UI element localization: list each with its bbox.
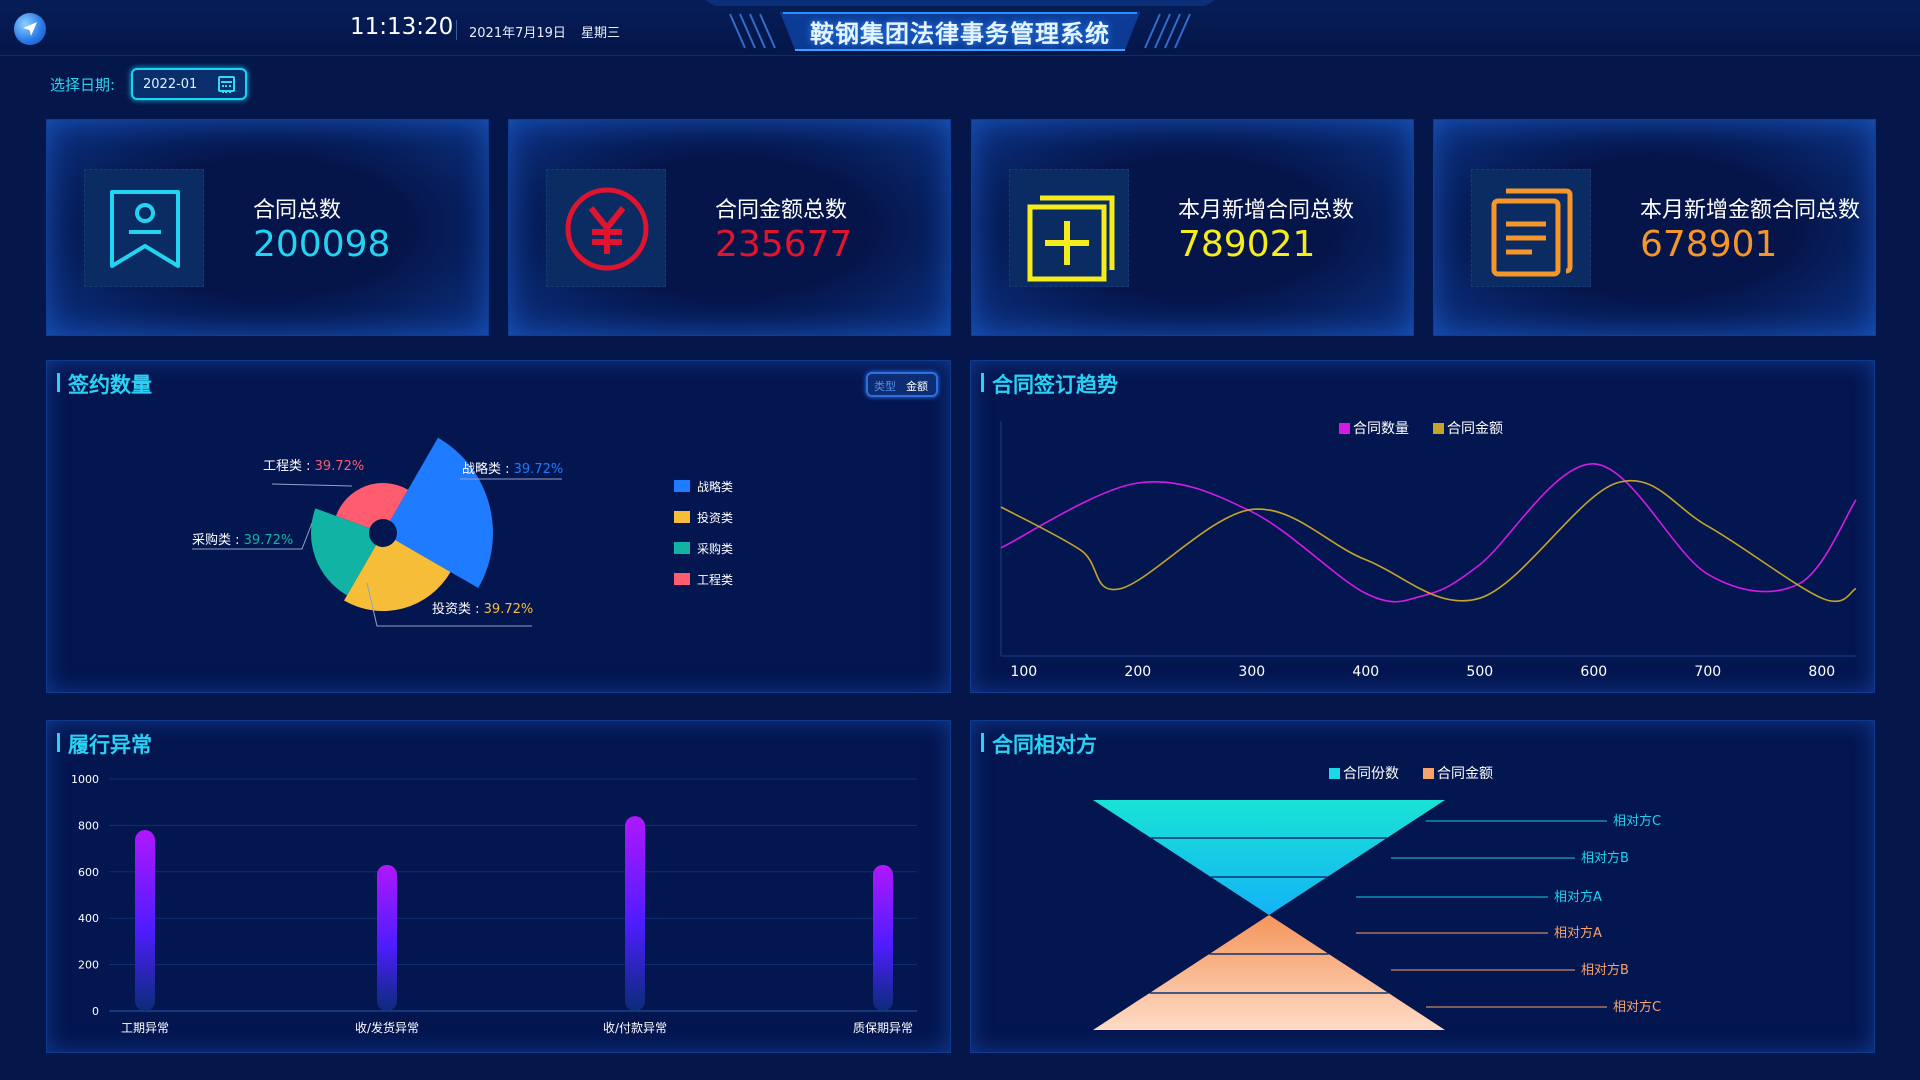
panel-signing-count: 签约数量 类型 金额 战略类 : 39.72% 投资类 : 39.72% 采购类 :… (46, 360, 951, 693)
legend-swatch-0 (1339, 423, 1350, 434)
legend-swatch-0 (674, 480, 690, 492)
current-date: 2021年7月19日 (469, 26, 566, 41)
legend-label-2: 采购类 (697, 541, 733, 556)
stat-label: 合同总数 (253, 198, 342, 223)
bar-3 (873, 864, 893, 1011)
yen-circle-icon (546, 169, 666, 287)
x-tick-label: 600 (1580, 664, 1607, 680)
y-tick-label: 400 (78, 912, 99, 925)
bar-2 (625, 816, 645, 1011)
legend-label-0: 合同份数 (1343, 766, 1399, 782)
stat-card-total-contracts: 合同总数 200098 (46, 119, 489, 336)
x-tick-label: 工期异常 (121, 1021, 169, 1035)
y-tick-label: 800 (78, 819, 99, 832)
pie-label-1: 投资类 : 39.72% (432, 601, 533, 617)
stat-value: 200098 (253, 224, 391, 265)
date-picker-input[interactable]: 2022-01 (131, 68, 247, 100)
x-tick-label: 700 (1694, 664, 1721, 680)
panel-signing-trend: 合同签订趋势 100 200 300 400 500 600 700 800 合同数量 合同金额 (970, 360, 1875, 693)
pie-leader-line-3 (271, 483, 353, 487)
rose-pie-chart: 战略类 : 39.72% 投资类 : 39.72% 采购类 : 39.72% 工程类 … (192, 437, 733, 627)
legend-swatch-1 (674, 511, 690, 523)
date-picker-label: 选择日期: (50, 76, 116, 94)
x-tick-label: 200 (1124, 664, 1151, 680)
stat-value: 235677 (715, 224, 853, 265)
add-document-icon (1009, 169, 1129, 287)
counterparty-funnel-chart: 相对方C 相对方B 相对方A 相对方A 相对方B 相对方C 合同份数 合同金额 (1093, 766, 1661, 1030)
stat-label: 本月新增金额合同总数 (1640, 198, 1861, 223)
legend-swatch-1 (1433, 423, 1444, 434)
x-tick-label: 800 (1808, 664, 1835, 680)
header-bar: 11:13:20 2021年7月19日 星期三 鞍钢集团法律事务管理系统 (0, 0, 1920, 56)
bar-1 (377, 864, 397, 1011)
divider (456, 20, 457, 40)
x-tick-label: 400 (1352, 664, 1379, 680)
current-weekday: 星期三 (581, 26, 621, 41)
panel-performance-anomaly: 履行异常 0 200 400 600 800 1000 工期异常 收/发货异常 收/付款异常 质保… (46, 720, 951, 1053)
calendar-icon[interactable] (218, 76, 235, 93)
legend-swatch-1 (1423, 768, 1434, 779)
x-tick-label: 500 (1466, 664, 1493, 680)
clock-time: 11:13:20 (350, 14, 454, 40)
stat-card-total-amount: 合同金额总数 235677 (508, 119, 951, 336)
x-tick-label: 收/发货异常 (355, 1020, 419, 1035)
legend-swatch-2 (674, 542, 690, 554)
send-arrow-icon[interactable] (14, 13, 46, 45)
anomaly-bar-chart: 0 200 400 600 800 1000 工期异常 收/发货异常 收/付款异常 质保期异常 (71, 773, 917, 1035)
funnel-label-bottom-2: 相对方C (1613, 999, 1661, 1015)
x-tick-label: 300 (1238, 664, 1265, 680)
series-line-0 (1000, 462, 1857, 603)
legend-swatch-3 (674, 573, 690, 585)
y-tick-label: 0 (92, 1005, 99, 1018)
bookmark-badge-icon (84, 169, 204, 287)
pie-center-hole (369, 519, 397, 547)
page-title: 鞍钢集团法律事务管理系统 (810, 20, 1110, 48)
date-picker-value: 2022-01 (143, 77, 198, 92)
y-tick-label: 1000 (71, 773, 99, 786)
funnel-bottom-shape (1093, 915, 1445, 1030)
legend-label-0: 战略类 (697, 479, 733, 494)
stat-value: 678901 (1640, 224, 1778, 265)
y-tick-label: 200 (78, 959, 99, 972)
stat-label: 合同金额总数 (715, 198, 848, 223)
legend-label-0: 合同数量 (1353, 421, 1409, 437)
panel-counterparty: 合同相对方 相对方C 相对方B 相对方A 相对方A 相对方B 相对方C 合同份数 合同金额 (970, 720, 1875, 1053)
pie-label-3: 工程类 : 39.72% (263, 459, 364, 474)
legend-label-1: 投资类 (697, 510, 733, 525)
stat-value: 789021 (1178, 224, 1316, 265)
x-tick-label: 收/付款异常 (603, 1021, 667, 1035)
legend-label-1: 合同金额 (1447, 421, 1503, 437)
x-tick-label: 100 (1010, 664, 1037, 680)
document-stack-icon (1471, 169, 1591, 287)
title-banner: 鞍钢集团法律事务管理系统 (705, 0, 1215, 56)
legend-label-3: 工程类 (697, 572, 733, 587)
pie-label-0: 战略类 : 39.72% (462, 461, 563, 477)
bar-0 (135, 830, 155, 1011)
stat-label: 本月新增合同总数 (1178, 198, 1355, 223)
legend-swatch-0 (1329, 768, 1340, 779)
stat-card-new-contracts: 本月新增合同总数 789021 (971, 119, 1414, 336)
legend-label-1: 合同金额 (1437, 766, 1493, 782)
funnel-label-top-0: 相对方C (1613, 813, 1661, 829)
funnel-label-top-2: 相对方A (1554, 889, 1602, 905)
x-tick-label: 质保期异常 (853, 1021, 913, 1035)
stat-card-new-amount-contracts: 本月新增金额合同总数 678901 (1433, 119, 1876, 336)
trend-line-chart: 100 200 300 400 500 600 700 800 合同数量 合同金额 (1000, 421, 1857, 680)
funnel-label-top-1: 相对方B (1581, 850, 1629, 866)
pie-label-2: 采购类 : 39.72% (192, 532, 293, 548)
funnel-label-bottom-0: 相对方A (1554, 925, 1602, 941)
y-tick-label: 600 (78, 866, 99, 879)
funnel-label-bottom-1: 相对方B (1581, 962, 1629, 978)
